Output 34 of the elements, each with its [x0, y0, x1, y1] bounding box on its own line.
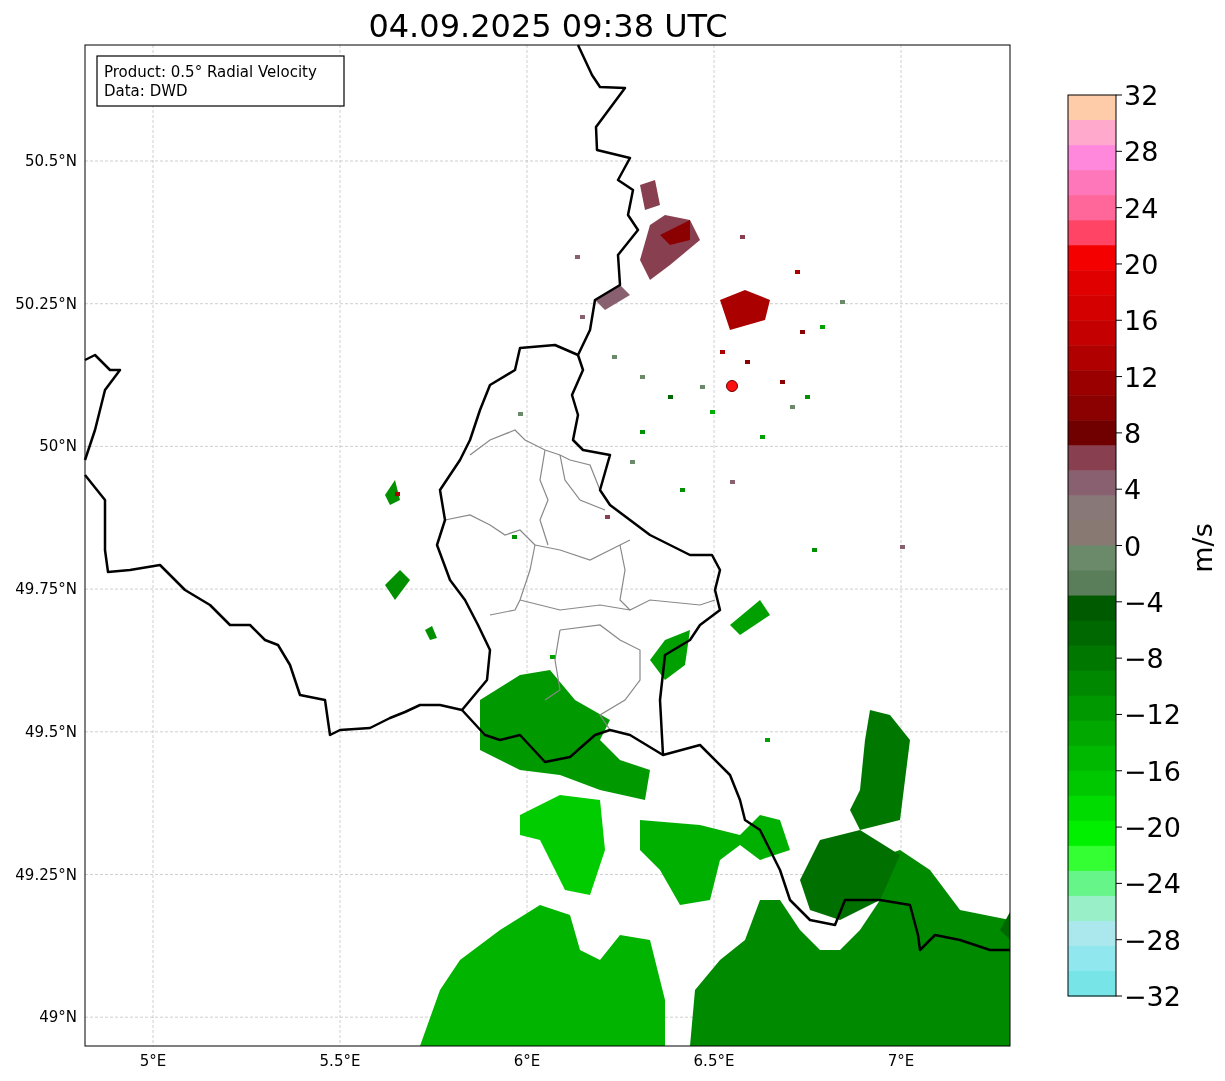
colorbar-tick-label: 24	[1124, 192, 1159, 224]
colorbar-tick-label: 32	[1124, 80, 1159, 111]
colorbar-tick-label: −20	[1124, 812, 1181, 844]
longitude-label: 6°E	[513, 1052, 541, 1070]
colorbar-tick-label: 28	[1124, 136, 1159, 168]
latitude-label: 49°N	[39, 1008, 77, 1027]
latitude-label: 50.5°N	[24, 152, 77, 170]
colorbar-tick-label: 16	[1124, 305, 1159, 337]
colorbar-tick-label: 20	[1124, 248, 1159, 280]
colorbar-tick-label: −8	[1124, 643, 1164, 675]
colorbar-tick-label: 0	[1124, 530, 1142, 562]
info-text: Data: DWD	[104, 82, 188, 100]
colorbar-tick-label: 12	[1124, 361, 1159, 393]
info-text: Product: 0.5° Radial Velocity	[104, 63, 317, 81]
radar-site-marker	[726, 380, 738, 392]
latitude-label: 49.75°N	[15, 580, 77, 599]
colorbar-tick-label: −24	[1124, 868, 1181, 900]
latitude-label: 49.25°N	[15, 865, 77, 884]
colorbar-tick-label: −16	[1124, 755, 1181, 787]
latitude-label: 50.25°N	[15, 294, 77, 313]
colorbar-tick-label: −28	[1124, 924, 1181, 956]
longitude-label: 5°E	[139, 1052, 167, 1070]
colorbar-tick-label: −4	[1124, 586, 1164, 618]
latitude-label: 50°N	[39, 437, 77, 456]
colorbar-tick-label: −12	[1124, 699, 1181, 731]
longitude-label: 5.5°E	[319, 1052, 361, 1070]
chart-title: 04.09.2025 09:38 UTC	[368, 7, 728, 45]
latitude-label: 49.5°N	[24, 722, 77, 741]
colorbar-unit-label: m/s	[1187, 523, 1218, 573]
longitude-label: 6.5°E	[693, 1052, 735, 1070]
colorbar-tick-label: −32	[1124, 981, 1181, 1012]
colorbar-tick-label: 4	[1124, 474, 1142, 506]
longitude-label: 7°E	[887, 1052, 915, 1070]
colorbar-tick-label: 8	[1124, 417, 1142, 449]
